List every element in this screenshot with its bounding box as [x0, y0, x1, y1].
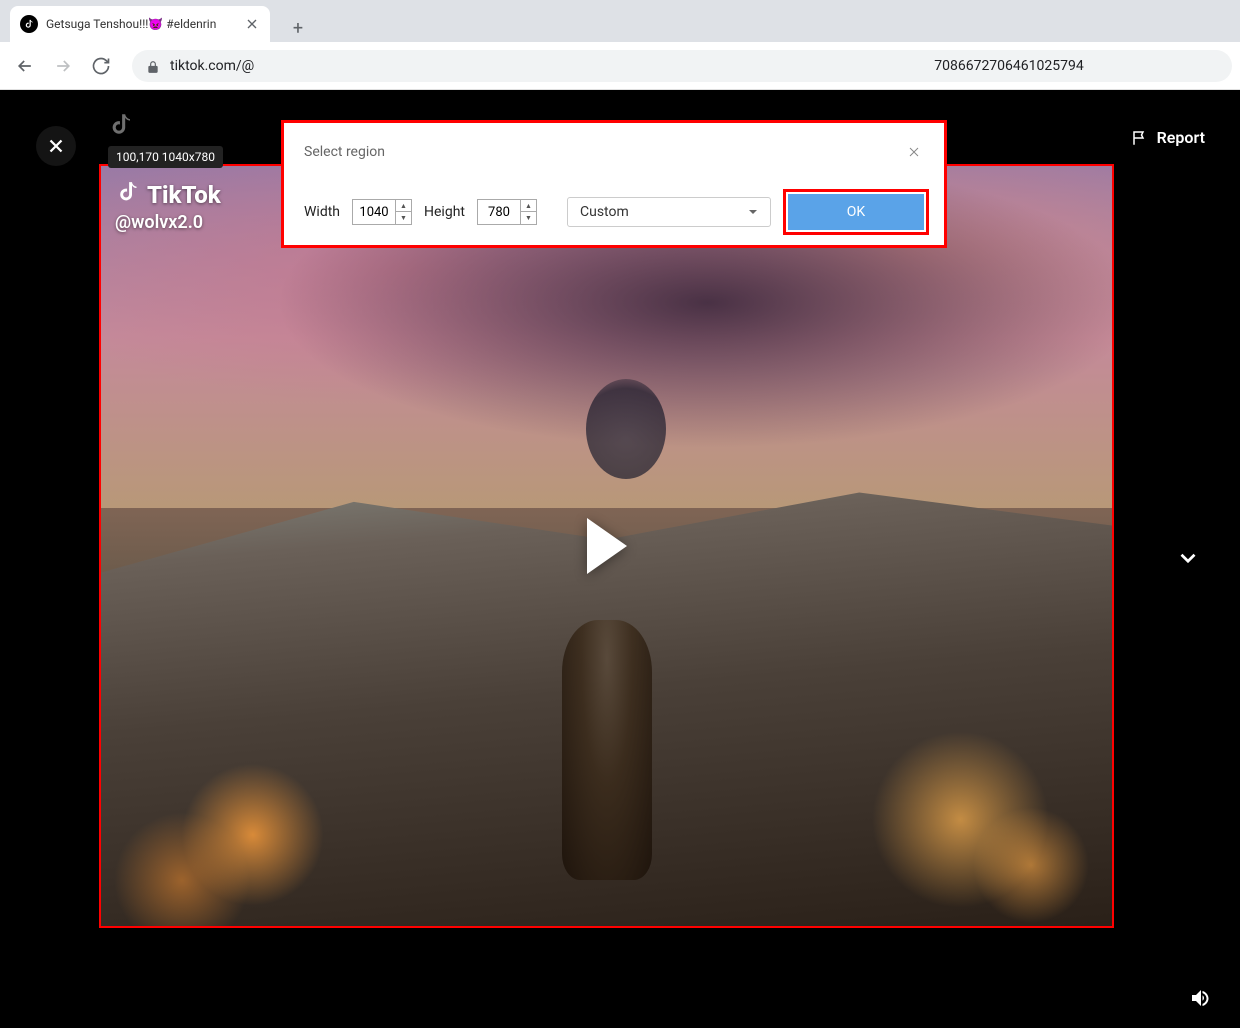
- back-button[interactable]: [8, 49, 42, 83]
- dropdown-value: Custom: [580, 204, 629, 220]
- resize-handle-nw[interactable]: [99, 164, 105, 170]
- height-input[interactable]: [478, 205, 520, 220]
- url-text: tiktok.com/@7086672706461025794: [170, 58, 1084, 74]
- video-character: [562, 620, 652, 880]
- speaker-icon: [1188, 986, 1212, 1010]
- report-link[interactable]: Report: [1131, 128, 1205, 147]
- report-label: Report: [1157, 128, 1205, 147]
- tiktok-logo-icon: [108, 112, 136, 144]
- ok-button-highlight: OK: [783, 189, 929, 235]
- tab-strip: Getsuga Tenshou!!!👿 #eldenrin +: [0, 0, 1240, 42]
- height-up-button[interactable]: ▲: [521, 200, 536, 212]
- lock-icon: [146, 59, 160, 73]
- height-down-button[interactable]: ▼: [521, 212, 536, 224]
- select-region-dialog: Select region Width ▲ ▼ Height ▲ ▼: [281, 120, 947, 248]
- ok-button[interactable]: OK: [788, 194, 924, 230]
- region-selection[interactable]: TikTok @wolvx2.0: [99, 164, 1114, 928]
- browser-chrome: Getsuga Tenshou!!!👿 #eldenrin + tiktok.c…: [0, 0, 1240, 90]
- next-video-button[interactable]: [1170, 540, 1206, 576]
- width-label: Width: [304, 204, 340, 220]
- height-label: Height: [424, 204, 465, 220]
- watermark-username: @wolvx2.0: [115, 212, 221, 233]
- video-watermark: TikTok @wolvx2.0: [115, 180, 221, 233]
- browser-toolbar: tiktok.com/@7086672706461025794: [0, 42, 1240, 90]
- tab-title: Getsuga Tenshou!!!👿 #eldenrin: [46, 17, 236, 31]
- volume-button[interactable]: [1182, 980, 1218, 1016]
- watermark-brand: TikTok: [147, 181, 221, 209]
- width-spinner[interactable]: ▲ ▼: [352, 199, 412, 225]
- resize-handle-sw[interactable]: [99, 922, 105, 928]
- chevron-down-icon: [1175, 545, 1201, 571]
- play-button[interactable]: [587, 518, 627, 574]
- tiktok-favicon-icon: [20, 15, 38, 33]
- new-tab-button[interactable]: +: [284, 14, 312, 42]
- close-icon: [906, 144, 922, 160]
- tab-close-icon[interactable]: [244, 16, 260, 32]
- resize-handle-se[interactable]: [1108, 922, 1114, 928]
- preset-dropdown[interactable]: Custom: [567, 197, 771, 227]
- flag-icon: [1131, 129, 1149, 147]
- region-tooltip: 100,170 1040x780: [108, 146, 223, 168]
- resize-handle-ne[interactable]: [1108, 164, 1114, 170]
- dialog-close-button[interactable]: [904, 142, 924, 162]
- forward-button[interactable]: [46, 49, 80, 83]
- chevron-down-icon: [748, 207, 758, 217]
- browser-tab[interactable]: Getsuga Tenshou!!!👿 #eldenrin: [10, 6, 270, 42]
- width-input[interactable]: [353, 205, 395, 220]
- tiktok-watermark-icon: [115, 180, 143, 210]
- page-content: Report 100,170 1040x780 TikTok @wolvx2.0: [0, 90, 1240, 1028]
- reload-button[interactable]: [84, 49, 118, 83]
- width-up-button[interactable]: ▲: [396, 200, 411, 212]
- video-creature: [586, 379, 666, 479]
- close-video-button[interactable]: [36, 126, 76, 166]
- width-down-button[interactable]: ▼: [396, 212, 411, 224]
- dialog-title: Select region: [304, 144, 385, 160]
- height-spinner[interactable]: ▲ ▼: [477, 199, 537, 225]
- url-bar[interactable]: tiktok.com/@7086672706461025794: [132, 50, 1232, 82]
